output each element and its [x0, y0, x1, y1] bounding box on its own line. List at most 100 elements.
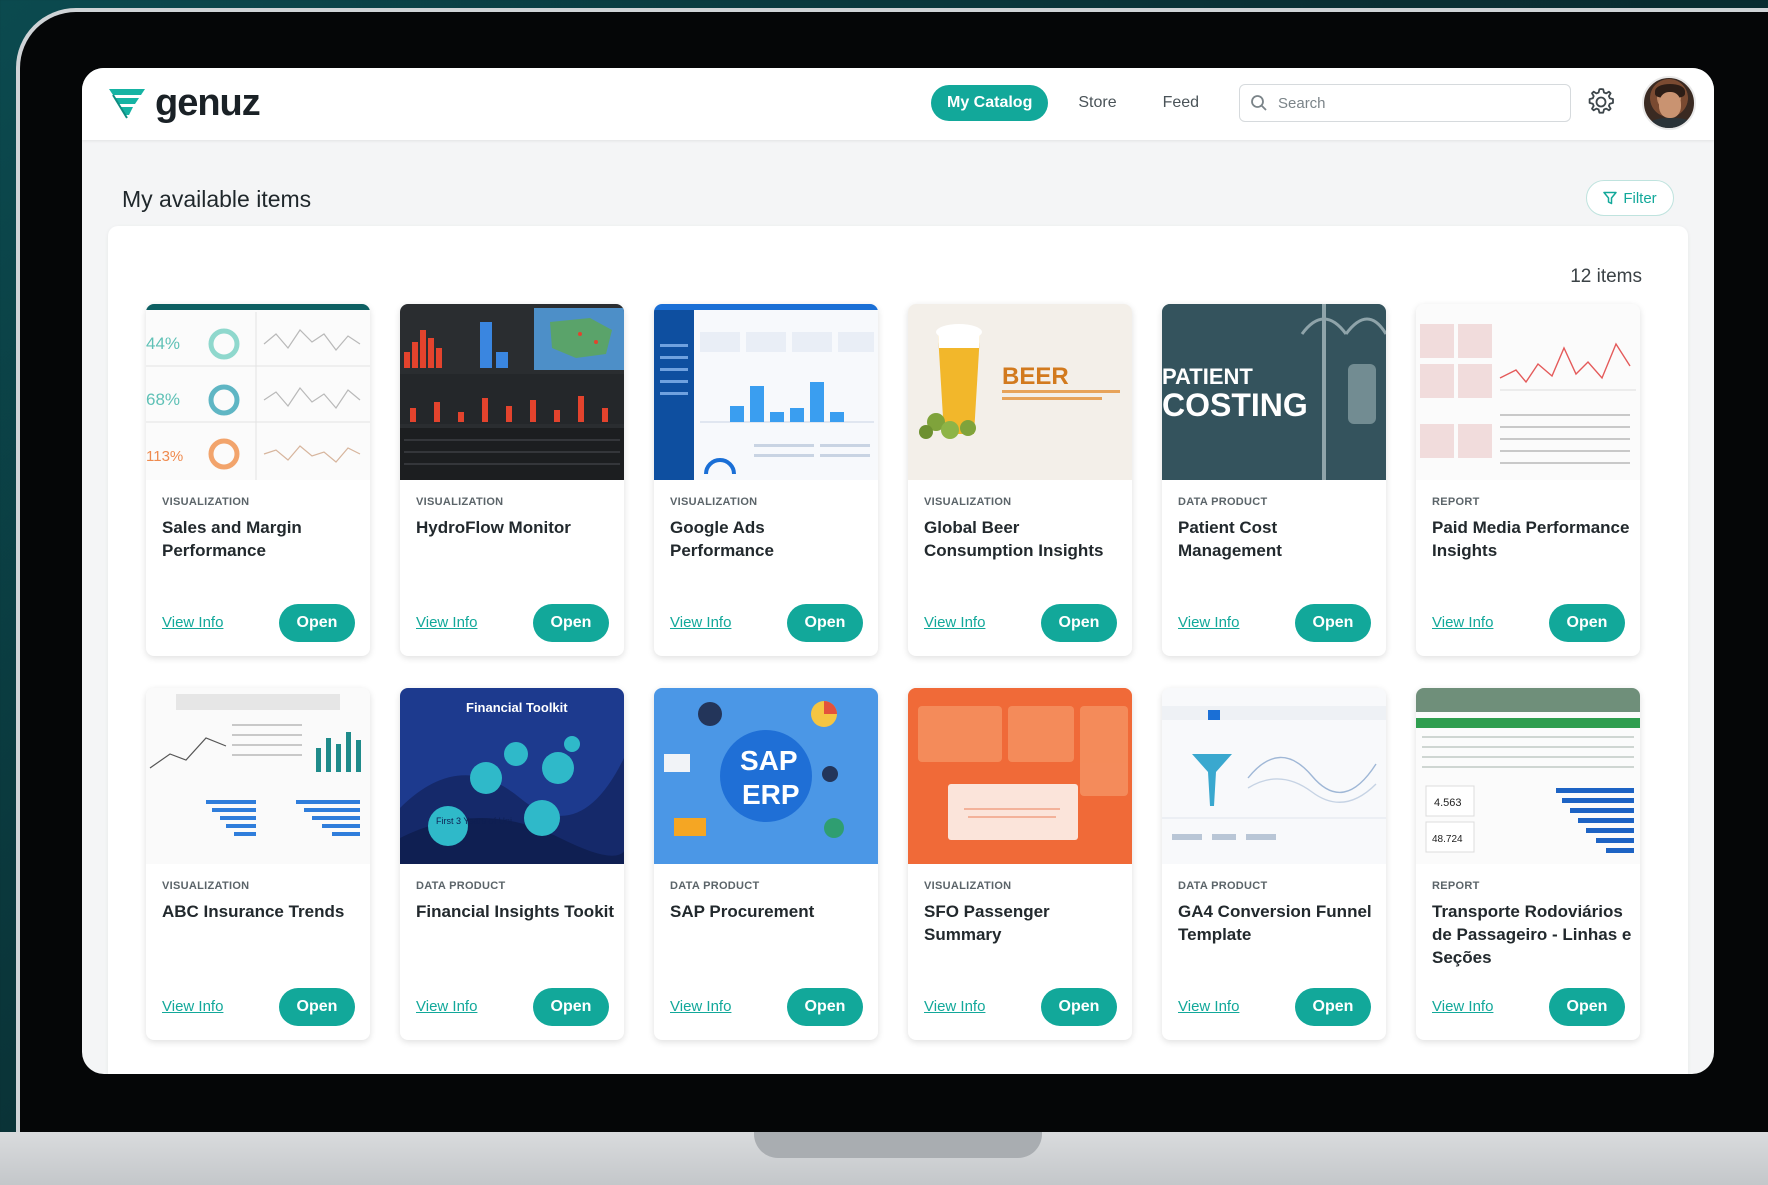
open-button[interactable]: Open — [787, 988, 863, 1026]
nav-store[interactable]: Store — [1062, 85, 1132, 121]
thumb-text: Financial Toolkit — [466, 700, 568, 715]
card-title: Google Ads Performance — [670, 518, 774, 560]
card-title: Sales and Margin Performance — [162, 518, 302, 560]
catalog-card: Financial Toolkit First 3 Years of Uni D… — [400, 688, 624, 1040]
card-category: DATA PRODUCT — [670, 880, 760, 892]
thumb-text: ERP — [742, 779, 800, 810]
catalog-card: SAP ERP DATA PRODUCT SAP Procurement Vie… — [654, 688, 878, 1040]
thumb-text: 44% — [146, 334, 180, 353]
view-info-link[interactable]: View Info — [162, 614, 223, 631]
card-title: Patient Cost Management — [1178, 518, 1282, 560]
view-info-link[interactable]: View Info — [670, 614, 731, 631]
card-thumbnail: SAP ERP — [654, 688, 878, 864]
view-info-link[interactable]: View Info — [1178, 998, 1239, 1015]
card-thumbnail — [908, 688, 1132, 864]
catalog-card: 44% 68% 113% VISUALIZATION Sales and Mar… — [146, 304, 370, 656]
catalog-card: VISUALIZATION HydroFlow Monitor View Inf… — [400, 304, 624, 656]
card-title: Global Beer Consumption Insights — [924, 518, 1104, 560]
catalog-card: VISUALIZATION SFO Passenger Summary View… — [908, 688, 1132, 1040]
open-button[interactable]: Open — [1549, 988, 1625, 1026]
brand-name: genuz — [155, 82, 261, 124]
card-thumbnail — [146, 688, 370, 864]
card-thumbnail: 44% 68% 113% — [146, 304, 370, 480]
open-button[interactable]: Open — [787, 604, 863, 642]
card-category: VISUALIZATION — [416, 496, 504, 508]
card-category: VISUALIZATION — [924, 880, 1012, 892]
open-button[interactable]: Open — [533, 988, 609, 1026]
catalog-card: BEER VISUALIZATION Global Beer Consumpti… — [908, 304, 1132, 656]
items-count: 12 items — [1570, 266, 1642, 287]
open-button[interactable]: Open — [1041, 604, 1117, 642]
thumb-text: COSTING — [1162, 387, 1308, 423]
catalog-card: PATIENT COSTING DATA PRODUCT Patient Cos… — [1162, 304, 1386, 656]
view-info-link[interactable]: View Info — [416, 614, 477, 631]
card-title: SAP Procurement — [670, 902, 815, 921]
thumb-text: First 3 Years of Uni — [436, 816, 512, 826]
open-button[interactable]: Open — [279, 604, 355, 642]
card-category: DATA PRODUCT — [1178, 496, 1268, 508]
thumb-text: BEER — [1002, 363, 1069, 390]
filter-label: Filter — [1623, 189, 1657, 207]
search-input[interactable] — [1278, 94, 1558, 112]
view-info-link[interactable]: View Info — [670, 998, 731, 1015]
thumb-text: SAP — [740, 745, 798, 776]
catalog-card: VISUALIZATION Google Ads Performance Vie… — [654, 304, 878, 656]
view-info-link[interactable]: View Info — [1178, 614, 1239, 631]
catalog-card: VISUALIZATION ABC Insurance Trends View … — [146, 688, 370, 1040]
view-info-link[interactable]: View Info — [1432, 614, 1493, 631]
open-button[interactable]: Open — [1041, 988, 1117, 1026]
card-thumbnail: Financial Toolkit First 3 Years of Uni — [400, 688, 624, 864]
card-thumbnail — [1162, 688, 1386, 864]
card-thumbnail — [400, 304, 624, 480]
card-thumbnail — [1416, 304, 1640, 480]
thumb-text: PATIENT — [1162, 364, 1253, 389]
card-title: Paid Media Performance Insights — [1432, 518, 1630, 560]
catalog-card: 4.563 48.724 REPORT Transporte Rodoviári… — [1416, 688, 1640, 1040]
gear-icon[interactable] — [1584, 85, 1618, 119]
nav-my-catalog[interactable]: My Catalog — [931, 85, 1049, 121]
app-screen: genuz My Catalog Store Feed My available… — [82, 68, 1714, 1074]
filter-button[interactable]: Filter — [1586, 180, 1674, 216]
catalog-panel: 12 items 44% 68% 113% VISUALIZATION Sale… — [108, 226, 1688, 1074]
genuz-logo-icon — [109, 89, 145, 119]
card-category: VISUALIZATION — [162, 496, 250, 508]
card-thumbnail: PATIENT COSTING — [1162, 304, 1386, 480]
search-icon — [1251, 95, 1267, 111]
catalog-card: REPORT Paid Media Performance Insights V… — [1416, 304, 1640, 656]
card-category: DATA PRODUCT — [1178, 880, 1268, 892]
open-button[interactable]: Open — [1295, 988, 1371, 1026]
card-title: HydroFlow Monitor — [416, 518, 571, 537]
card-thumbnail: BEER — [908, 304, 1132, 480]
search-box[interactable] — [1239, 84, 1571, 122]
card-thumbnail — [654, 304, 878, 480]
thumb-text: 113% — [146, 448, 183, 465]
card-title: GA4 Conversion Funnel Template — [1178, 902, 1372, 944]
card-category: REPORT — [1432, 880, 1480, 892]
nav-feed[interactable]: Feed — [1147, 85, 1215, 121]
view-info-link[interactable]: View Info — [924, 614, 985, 631]
open-button[interactable]: Open — [279, 988, 355, 1026]
thumb-text: 4.563 — [1434, 797, 1462, 809]
open-button[interactable]: Open — [1295, 604, 1371, 642]
filter-icon — [1603, 191, 1618, 205]
open-button[interactable]: Open — [1549, 604, 1625, 642]
main-nav: My Catalog Store Feed — [931, 85, 1229, 121]
top-header: genuz My Catalog Store Feed — [82, 68, 1714, 140]
card-title: ABC Insurance Trends — [162, 902, 345, 921]
card-category: DATA PRODUCT — [416, 880, 506, 892]
open-button[interactable]: Open — [533, 604, 609, 642]
card-thumbnail: 4.563 48.724 — [1416, 688, 1640, 864]
logo[interactable]: genuz — [107, 82, 261, 124]
catalog-card: DATA PRODUCT GA4 Conversion Funnel Templ… — [1162, 688, 1386, 1040]
view-info-link[interactable]: View Info — [416, 998, 477, 1015]
card-category: VISUALIZATION — [924, 496, 1012, 508]
card-category: REPORT — [1432, 496, 1480, 508]
view-info-link[interactable]: View Info — [924, 998, 985, 1015]
page-title: My available items — [122, 186, 312, 212]
card-title: Financial Insights Tookit — [416, 902, 615, 921]
laptop-notch — [754, 1132, 1042, 1158]
avatar[interactable] — [1642, 76, 1696, 130]
card-category: VISUALIZATION — [162, 880, 250, 892]
view-info-link[interactable]: View Info — [162, 998, 223, 1015]
view-info-link[interactable]: View Info — [1432, 998, 1493, 1015]
